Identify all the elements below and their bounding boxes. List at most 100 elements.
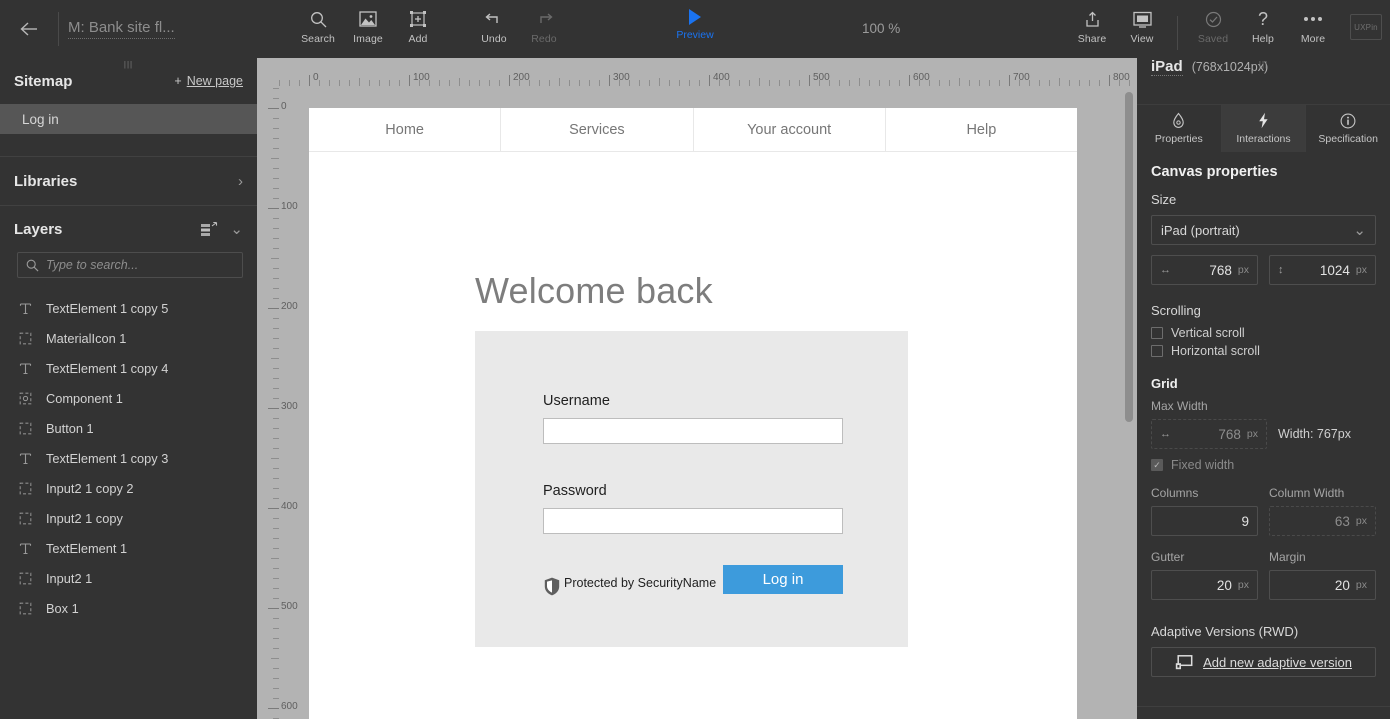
ruler-tick: [273, 588, 279, 589]
sitemap-page-login[interactable]: Log in: [0, 104, 257, 134]
layer-item[interactable]: Button 1: [0, 413, 257, 443]
new-page-button[interactable]: + New page: [174, 74, 243, 88]
layer-item[interactable]: Component 1: [0, 383, 257, 413]
ruler-tick: [989, 80, 990, 86]
layer-item[interactable]: Input2 1 copy 2: [0, 473, 257, 503]
tab-interactions[interactable]: Interactions: [1221, 105, 1307, 152]
ruler-tick: [273, 618, 279, 619]
panel-grip-icon[interactable]: |||: [1259, 60, 1268, 69]
columns-field[interactable]: 9: [1151, 506, 1258, 536]
login-submit-button[interactable]: Log in: [723, 565, 843, 594]
back-button[interactable]: [0, 0, 58, 58]
layer-item-label: Input2 1: [46, 570, 93, 586]
chevron-down-icon[interactable]: ⌄: [230, 220, 243, 238]
ruler-tick: [859, 78, 860, 86]
fixed-width-checkbox[interactable]: ✓ Fixed width: [1151, 458, 1376, 472]
ruler-tick: [273, 378, 279, 379]
nav-item-help[interactable]: Help: [885, 108, 1077, 151]
vertical-ruler[interactable]: [257, 86, 279, 719]
more-button[interactable]: More: [1293, 8, 1333, 45]
horizontal-ruler[interactable]: 0 100 200 300 400 500 600 700 800: [257, 58, 1137, 86]
ruler-tick: [273, 278, 279, 279]
max-width-field[interactable]: ↔ 768 px: [1151, 419, 1267, 449]
canvas-height-field[interactable]: ↕ 1024 px: [1269, 255, 1376, 285]
nav-item-home[interactable]: Home: [309, 108, 502, 151]
device-preset-select[interactable]: iPad (portrait) ⌄: [1151, 215, 1376, 245]
ruler-tick: [1039, 80, 1040, 86]
checkbox-checked-icon: ✓: [1151, 459, 1163, 471]
undo-button[interactable]: Undo: [474, 8, 514, 45]
username-input[interactable]: [543, 418, 843, 444]
ruler-tick: [739, 80, 740, 86]
redo-button[interactable]: Redo: [524, 8, 564, 45]
project-name[interactable]: M: Bank site fl...: [59, 0, 259, 58]
size-fields: ↔ 768 px ↕ 1024 px: [1151, 255, 1376, 285]
view-label: View: [1130, 33, 1154, 45]
ruler-tick: [273, 698, 279, 699]
columns-fields-row: 9 63 px: [1151, 506, 1376, 536]
share-button[interactable]: Share: [1072, 8, 1112, 45]
layer-item[interactable]: Input2 1: [0, 563, 257, 593]
gutter-field[interactable]: 20 px: [1151, 570, 1258, 600]
layer-item[interactable]: TextElement 1: [0, 533, 257, 563]
search-tool-button[interactable]: Search: [298, 8, 338, 45]
column-width-field[interactable]: 63 px: [1269, 506, 1376, 536]
artboard[interactable]: Home Services Your account Help Welcome …: [309, 108, 1077, 719]
ruler-tick: [409, 75, 410, 86]
ruler-tick: [273, 538, 279, 539]
vertical-scroll-checkbox[interactable]: Vertical scroll: [1151, 326, 1376, 340]
ruler-tick: [369, 80, 370, 86]
fixed-width-label: Fixed width: [1171, 458, 1235, 472]
ruler-tick: [639, 80, 640, 86]
tab-specification[interactable]: Specification: [1306, 105, 1390, 152]
nav-item-your-account[interactable]: Your account: [693, 108, 886, 151]
layer-item[interactable]: MaterialIcon 1: [0, 323, 257, 353]
ruler-tick: [273, 348, 279, 349]
canvas-width-field[interactable]: ↔ 768 px: [1151, 255, 1258, 285]
layer-item[interactable]: TextElement 1 copy 3: [0, 443, 257, 473]
add-adaptive-version-button[interactable]: Add new adaptive version: [1151, 647, 1376, 677]
layer-item[interactable]: Input2 1 copy: [0, 503, 257, 533]
layer-item[interactable]: Box 1: [0, 593, 257, 623]
view-button[interactable]: View: [1122, 8, 1162, 45]
saved-label: Saved: [1197, 33, 1229, 45]
password-input[interactable]: [543, 508, 843, 534]
text-layer-icon: [17, 540, 33, 556]
add-tool-button[interactable]: Add: [398, 8, 438, 45]
margin-field[interactable]: 20 px: [1269, 570, 1376, 600]
ruler-tick: [299, 80, 300, 86]
canvas-area[interactable]: Home Services Your account Help Welcome …: [257, 58, 1137, 719]
device-name[interactable]: iPad: [1151, 58, 1183, 76]
project-name-label[interactable]: M: Bank site fl...: [68, 19, 175, 39]
add-tool-label: Add: [408, 33, 428, 45]
ruler-tick: [279, 80, 280, 86]
layers-options-icon[interactable]: [201, 221, 218, 237]
libraries-section-button[interactable]: Libraries ›: [0, 157, 257, 205]
ruler-tick: [769, 80, 770, 86]
ruler-tick: [271, 658, 279, 659]
help-button[interactable]: ? Help: [1243, 8, 1283, 45]
horizontal-scroll-checkbox[interactable]: Horizontal scroll: [1151, 344, 1376, 358]
checkbox-icon: [1151, 345, 1163, 357]
ruler-tick: [319, 80, 320, 86]
ruler-tick: [509, 75, 510, 86]
ruler-tick: [273, 298, 279, 299]
layers-search-input[interactable]: [46, 258, 234, 272]
size-heading: Size: [1151, 192, 1177, 207]
width-arrows-icon: ↔: [1160, 264, 1171, 276]
nav-item-services[interactable]: Services: [501, 108, 694, 151]
preview-button[interactable]: Preview: [676, 8, 714, 41]
layer-item-label: Input2 1 copy 2: [46, 480, 134, 496]
zoom-level[interactable]: 100 %: [862, 21, 900, 36]
sidebar-grip-icon[interactable]: |||: [124, 60, 133, 69]
nav-item-label: Home: [385, 121, 424, 138]
ruler-tick: [273, 518, 279, 519]
tab-properties[interactable]: Properties: [1137, 105, 1222, 152]
layer-item[interactable]: TextElement 1 copy 5: [0, 293, 257, 323]
chevron-down-icon: ⌄: [1353, 222, 1366, 239]
image-tool-button[interactable]: Image: [348, 8, 388, 45]
layer-item[interactable]: TextElement 1 copy 4: [0, 353, 257, 383]
layers-search-box[interactable]: [17, 252, 243, 278]
canvas-vertical-scrollbar[interactable]: [1125, 92, 1133, 422]
check-circle-icon: [1205, 8, 1222, 30]
